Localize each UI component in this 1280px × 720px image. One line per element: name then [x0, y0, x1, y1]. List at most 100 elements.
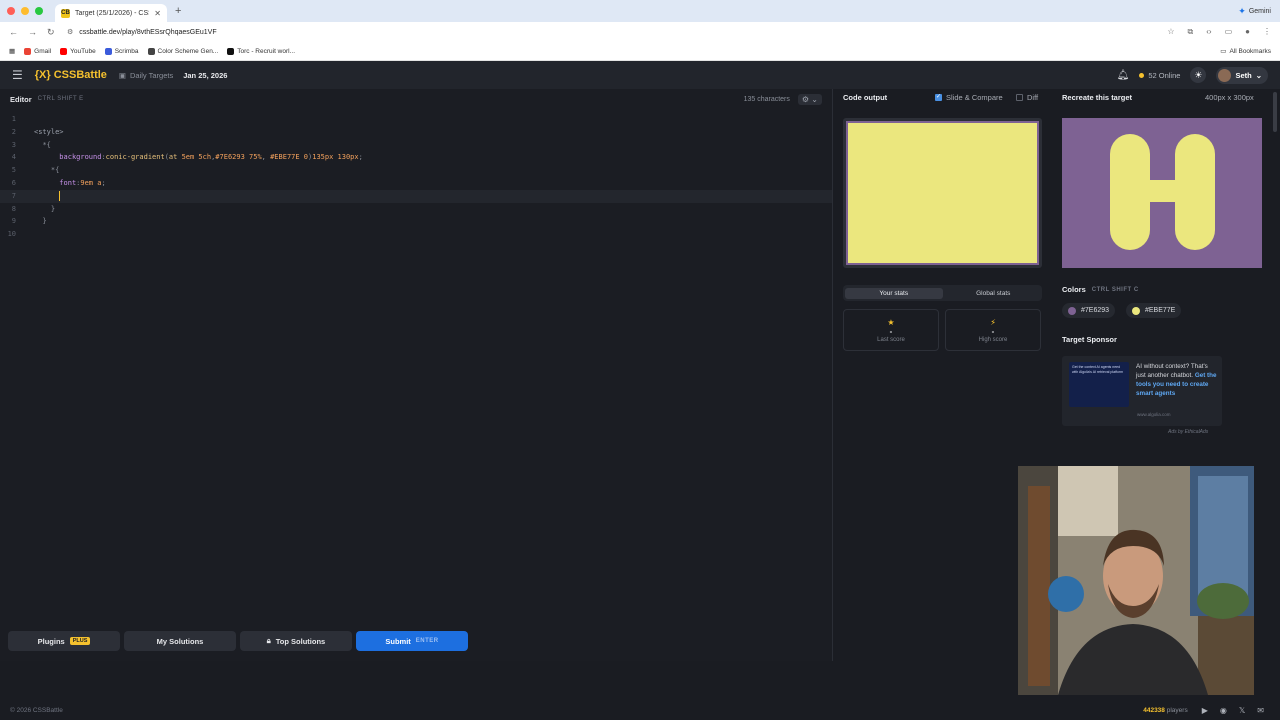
character-count: 135 characters: [743, 95, 790, 103]
user-menu[interactable]: Seth ⌄: [1216, 66, 1268, 84]
minimize-window-button[interactable]: [21, 7, 29, 15]
code-output-preview[interactable]: [843, 118, 1042, 268]
target-image[interactable]: [1062, 118, 1262, 268]
url-field[interactable]: ⚙ cssbattle.dev/play/8vthESsrQhqaesGEu1V…: [67, 28, 217, 37]
sponsor-ad[interactable]: Get the context AI agents need with Algo…: [1062, 356, 1222, 426]
code-text: font:9em a;: [59, 178, 106, 187]
high-score-card: ⚡︎ - High score: [945, 309, 1041, 351]
cssbattle-favicon-icon: CB: [61, 8, 70, 18]
checkbox-unchecked-icon[interactable]: [1016, 94, 1023, 101]
plugins-button[interactable]: Plugins PLUS: [8, 631, 120, 651]
ad-text: AI without context? That's just another …: [1136, 363, 1217, 397]
line-number: 5: [11, 166, 16, 175]
apps-grid-icon[interactable]: ▦: [9, 47, 15, 55]
my-solutions-button[interactable]: My Solutions: [124, 631, 236, 651]
ads-by-label[interactable]: Ads by EthicalAds: [1168, 429, 1208, 435]
tab-your-stats[interactable]: Your stats: [845, 287, 943, 299]
submit-button[interactable]: Submit ENTER: [356, 631, 468, 651]
players-count: 442338 players: [1143, 706, 1188, 714]
code-editor-panel: Editor CTRL SHIFT E 135 characters ⚙ ⌄ 1…: [0, 89, 832, 661]
reload-icon[interactable]: ↻: [47, 27, 57, 38]
bookmark-color-scheme[interactable]: Color Scheme Gen...: [147, 47, 218, 55]
color-swatch-yellow[interactable]: #EBE77E: [1126, 303, 1182, 318]
maximize-window-button[interactable]: [35, 7, 43, 15]
checkbox-checked-icon[interactable]: ✓: [935, 94, 942, 101]
app-header: ☰ {X} CSSBattle ▣ Daily Targets Jan 25, 2…: [0, 61, 1280, 89]
high-score-value: -: [991, 326, 995, 336]
menu-hamburger-icon[interactable]: ☰: [12, 68, 23, 82]
scrollbar[interactable]: [1273, 92, 1277, 132]
panel-divider[interactable]: [832, 89, 833, 661]
editor-toolbar: Editor CTRL SHIFT E 135 characters ⚙ ⌄: [0, 89, 832, 109]
discord-icon[interactable]: ◉: [1220, 706, 1227, 715]
site-info-icon[interactable]: ⚙: [67, 28, 73, 36]
browser-tab[interactable]: CB Target (25/1/2026) - CSSBattl ✕: [55, 4, 167, 22]
code-output-title: Code output: [843, 93, 888, 102]
code-line[interactable]: 8 }: [0, 203, 832, 216]
code-text: background:conic-gradient(at 5em 5ch,#7E…: [59, 153, 363, 162]
code-line[interactable]: 5 *{: [0, 164, 832, 177]
close-tab-icon[interactable]: ✕: [154, 9, 161, 18]
diff-toggle[interactable]: Diff: [1016, 93, 1038, 102]
editor-settings-gear-icon[interactable]: ⚙ ⌄: [797, 93, 822, 105]
slide-compare-toggle[interactable]: ✓ Slide & Compare: [935, 93, 1003, 102]
line-number: 1: [11, 115, 16, 123]
window-controls[interactable]: [7, 7, 43, 15]
code-line[interactable]: 2 <style>: [0, 126, 832, 139]
forward-arrow-icon[interactable]: →: [28, 27, 38, 37]
url-text: cssbattle.dev/play/8vthESsrQhqaesGEu1VF: [79, 28, 217, 36]
editor-footer: Plugins PLUS My Solutions 🔒︎ Top Solutions…: [0, 621, 832, 661]
browser-menu-icon[interactable]: ⋮: [1263, 27, 1271, 37]
globe-icon: [147, 47, 155, 55]
online-count: 52 Online: [1139, 71, 1180, 80]
lightning-icon: ⚡︎: [990, 317, 996, 327]
code-line[interactable]: 6 font:9em a;: [0, 177, 832, 190]
bookmark-youtube[interactable]: YouTube: [60, 47, 96, 55]
code-line[interactable]: 1: [0, 113, 832, 126]
code-area[interactable]: 1 2 <style> 3 *{4 background:conic-gradient…: [0, 113, 832, 241]
tab-global-stats[interactable]: Global stats: [945, 290, 1043, 297]
cast-icon[interactable]: ▭: [1225, 27, 1233, 37]
lock-icon: 🔒︎: [266, 636, 271, 645]
line-number: 8: [11, 204, 16, 213]
code-line[interactable]: 10: [0, 228, 832, 241]
stats-tabs: Your stats Global stats: [843, 285, 1042, 301]
theme-toggle-sun-icon[interactable]: ☀: [1190, 67, 1207, 83]
youtube-icon[interactable]: ▶: [1202, 706, 1208, 715]
output-render: [846, 121, 1039, 265]
color-dot-icon: [1068, 306, 1076, 315]
extensions-icon[interactable]: ⧉: [1188, 27, 1194, 37]
notifications-bell-icon[interactable]: 🔔︎: [1117, 70, 1130, 81]
new-tab-icon[interactable]: +: [175, 5, 181, 17]
code-line[interactable]: 7: [0, 189, 832, 203]
close-window-button[interactable]: [7, 7, 15, 15]
address-bar: ← → ↻ ⚙ cssbattle.dev/play/8vthESsrQhqae…: [0, 22, 1280, 42]
code-line[interactable]: 3 *{: [0, 139, 832, 152]
all-bookmarks-button[interactable]: ▭ All Bookmarks: [1220, 47, 1271, 56]
bookmark-star-icon[interactable]: ☆: [1167, 27, 1174, 37]
calendar-icon: ▣: [118, 70, 126, 80]
profile-icon[interactable]: ●: [1245, 27, 1250, 37]
target-size: 400px x 300px: [1205, 93, 1254, 102]
site-footer: © 2026 CSSBattle 442338 players ▶ ◉ 𝕏 ✉: [0, 700, 1280, 720]
code-text: *{: [42, 140, 51, 149]
cssbattle-logo[interactable]: {X} CSSBattle: [35, 69, 107, 81]
code-line[interactable]: 9 }: [0, 215, 832, 228]
email-icon[interactable]: ✉: [1257, 706, 1264, 715]
bookmark-scrimba[interactable]: Scrimba: [104, 47, 139, 55]
back-arrow-icon[interactable]: ←: [9, 27, 19, 37]
color-swatch-purple[interactable]: #7E6293: [1062, 303, 1116, 318]
x-twitter-icon[interactable]: 𝕏: [1239, 706, 1245, 715]
last-score-card: ★ - Last score: [843, 309, 939, 351]
code-line[interactable]: 4 background:conic-gradient(at 5em 5ch,#…: [0, 151, 832, 164]
torc-icon: [227, 47, 235, 55]
line-number: 3: [11, 140, 16, 149]
top-solutions-button[interactable]: 🔒︎ Top Solutions: [240, 631, 352, 651]
bookmark-torc[interactable]: Torc - Recruit worl...: [227, 47, 295, 55]
gemini-sparkle-icon: ✦: [1238, 5, 1246, 16]
breadcrumb-daily-targets[interactable]: ▣ Daily Targets: [119, 71, 173, 80]
devtools-icon[interactable]: ‹›: [1206, 27, 1211, 37]
gemini-button[interactable]: ✦ Gemini: [1238, 6, 1271, 17]
bookmark-gmail[interactable]: Gmail: [24, 47, 51, 55]
code-text: <style>: [34, 127, 64, 136]
